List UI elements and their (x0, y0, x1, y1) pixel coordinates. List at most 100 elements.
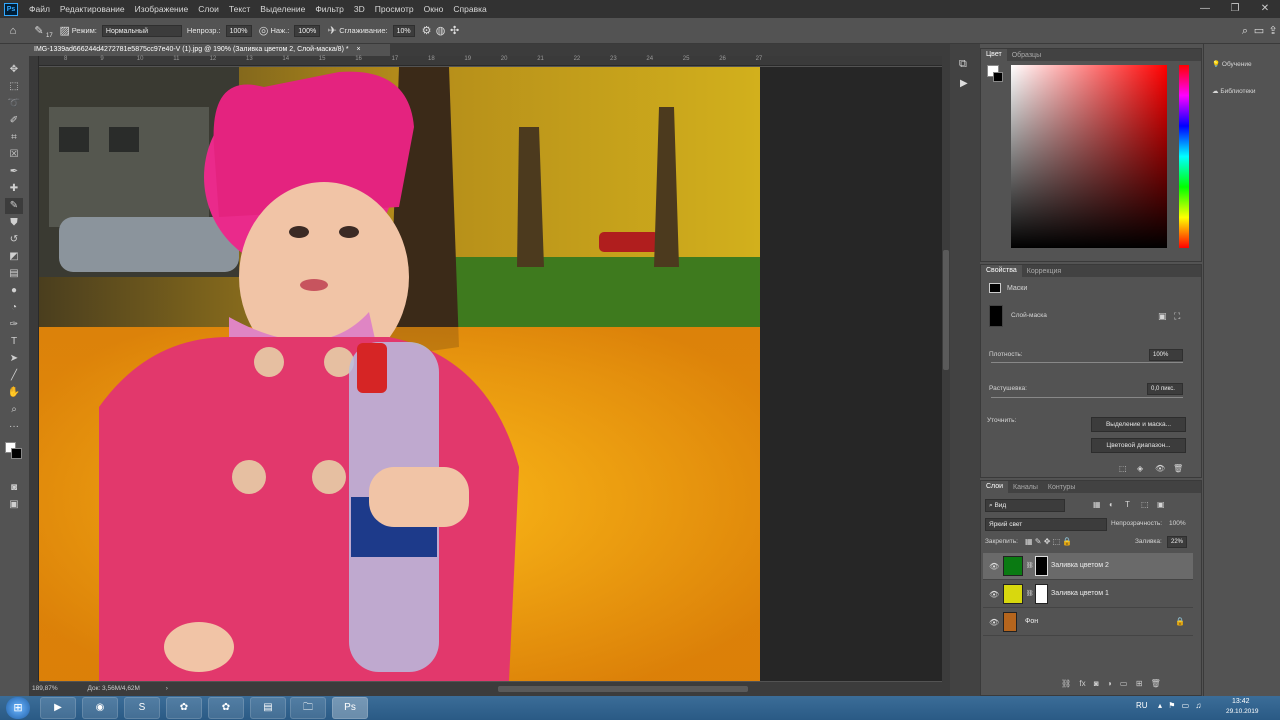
skype-icon[interactable]: S (124, 697, 160, 719)
layer-filter-select[interactable]: ⌕ Вид (985, 499, 1065, 512)
brush-settings-icon[interactable]: ▨ (58, 24, 72, 38)
eye-icon[interactable]: 👁 (989, 618, 999, 627)
density-slider[interactable] (991, 362, 1183, 363)
document-photo[interactable] (39, 67, 760, 681)
filter-pixel-icon[interactable]: ▦ (1093, 500, 1101, 509)
tab-paths[interactable]: Контуры (1043, 484, 1080, 491)
search-icon[interactable]: ⌕ (1238, 24, 1252, 38)
home-icon[interactable]: ⌂ (6, 24, 20, 38)
visibility-icon[interactable]: 👁 (1155, 464, 1165, 473)
feather-slider[interactable] (991, 397, 1183, 398)
app-icon[interactable]: ✿ (166, 697, 202, 719)
tab-layers[interactable]: Слои (981, 481, 1009, 493)
quick-mask-icon[interactable]: ◙ (5, 480, 23, 496)
media-player-icon[interactable]: ▶ (40, 697, 76, 719)
menu-filter[interactable]: Фильтр (310, 0, 349, 18)
layer-opacity-value[interactable]: 100% (1169, 520, 1186, 527)
language-indicator[interactable]: RU (1136, 701, 1148, 710)
layer-mask-thumb[interactable] (1035, 584, 1048, 604)
clock-time[interactable]: 13:42 (1232, 698, 1250, 705)
lasso-tool-icon[interactable]: ➰ (5, 96, 23, 112)
layers-footer-icons[interactable]: ⛓ fx ◙ ◑ ▭ ⊞ 🗑 (1061, 679, 1161, 688)
menu-view[interactable]: Просмотр (370, 0, 419, 18)
workspace-icon[interactable]: ▭ (1252, 24, 1266, 38)
explorer-icon[interactable]: 🗀 (290, 697, 326, 719)
more-tools-icon[interactable]: ··· (5, 419, 23, 435)
clock-date[interactable]: 29.10.2019 (1226, 708, 1259, 715)
history-brush-icon[interactable]: ↺ (5, 232, 23, 248)
pen-tool-icon[interactable]: ✑ (5, 317, 23, 333)
status-arrow-icon[interactable]: › (166, 685, 168, 692)
apply-mask-icon[interactable]: ◈ (1137, 464, 1143, 473)
density-input[interactable]: 100% (1149, 349, 1183, 361)
stamp-tool-icon[interactable]: ⛊ (5, 215, 23, 231)
gear-icon[interactable]: ⚙ (420, 24, 434, 38)
close-tab-icon[interactable]: × (357, 46, 361, 53)
gradient-tool-icon[interactable]: ▤ (5, 266, 23, 282)
blur-tool-icon[interactable]: ● (5, 283, 23, 299)
link-icon[interactable]: ⛓ (1026, 590, 1034, 597)
document-tab[interactable]: IMG-1339ad666244d4272781e5875cc97e40-V (… (30, 44, 390, 56)
filter-adjustment-icon[interactable]: ◐ (1109, 500, 1114, 509)
pressure-input[interactable]: 100% (294, 24, 321, 37)
lock-pixels-icon[interactable]: ▦ ✎ ✥ ⬚ 🔒 (1025, 537, 1072, 546)
history-panel-icon[interactable]: ⧉ (959, 58, 967, 71)
tab-color[interactable]: Цвет (981, 49, 1007, 61)
color-range-button[interactable]: Цветовой диапазон... (1091, 438, 1186, 453)
opacity-input[interactable]: 100% (225, 24, 252, 37)
frame-tool-icon[interactable]: ☒ (5, 147, 23, 163)
layer-mask-thumb[interactable] (1035, 556, 1048, 576)
filter-shape-icon[interactable]: ⬚ (1141, 500, 1149, 509)
fill-input[interactable]: 22% (1167, 536, 1188, 548)
link-icon[interactable]: ⛓ (1026, 562, 1034, 569)
app-icon[interactable]: ✿ (208, 697, 244, 719)
learn-item[interactable]: 💡 Обучение (1212, 60, 1252, 68)
maximize-icon[interactable]: ❐ (1220, 0, 1250, 18)
horizontal-scrollbar-thumb[interactable] (498, 686, 748, 692)
layer-row[interactable]: 👁 ⛓ Заливка цветом 2 (983, 553, 1193, 580)
menu-help[interactable]: Справка (448, 0, 491, 18)
screen-mode-icon[interactable]: ▣ (5, 497, 23, 513)
pressure-opacity-icon[interactable]: ◎ (257, 24, 271, 38)
tab-swatches[interactable]: Образцы (1007, 52, 1046, 59)
eye-icon[interactable]: 👁 (989, 590, 999, 599)
dodge-tool-icon[interactable]: ◔ (5, 300, 23, 316)
menu-window[interactable]: Окно (419, 0, 449, 18)
share-icon[interactable]: ⇪ (1266, 24, 1280, 38)
chrome-icon[interactable]: ◉ (82, 697, 118, 719)
load-selection-icon[interactable]: ⬚ (1119, 464, 1127, 473)
quick-select-tool-icon[interactable]: ✐ (5, 113, 23, 129)
pixel-mask-icon[interactable]: ▣ (1158, 311, 1167, 322)
vector-mask-icon[interactable]: ⛶ (1174, 311, 1180, 322)
blend-mode-select[interactable]: Яркий свет (985, 518, 1107, 531)
tray-icons[interactable]: ▴ ⚑ ▭ ♫ (1158, 701, 1201, 710)
pressure-size-icon[interactable]: ◍ (434, 24, 448, 38)
actions-play-icon[interactable]: ▶ (960, 78, 968, 89)
hue-slider[interactable] (1179, 65, 1189, 248)
healing-tool-icon[interactable]: ✚ (5, 181, 23, 197)
minimize-icon[interactable]: — (1190, 0, 1220, 18)
color-swatches[interactable] (4, 440, 26, 462)
filter-smart-icon[interactable]: ▣ (1157, 500, 1165, 509)
type-tool-icon[interactable]: T (5, 334, 23, 350)
layer-mask-thumb[interactable] (989, 305, 1003, 327)
zoom-level[interactable]: 189,87% (32, 685, 58, 692)
libraries-item[interactable]: ☁ Библиотеки (1212, 87, 1256, 95)
brush-tool-icon[interactable]: ✎ (32, 24, 46, 38)
notepad-icon[interactable]: ▤ (250, 697, 286, 719)
smoothing-input[interactable]: 10% (392, 24, 415, 37)
background-color-icon[interactable] (11, 448, 22, 459)
crop-tool-icon[interactable]: ⌗ (5, 130, 23, 146)
menu-layers[interactable]: Слои (193, 0, 224, 18)
brush-tool-icon[interactable]: ✎ (5, 198, 23, 214)
layer-row[interactable]: 👁 ⛓ Заливка цветом 1 (983, 581, 1193, 608)
tab-channels[interactable]: Каналы (1008, 484, 1043, 491)
marquee-tool-icon[interactable]: ⬚ (5, 79, 23, 95)
hand-tool-icon[interactable]: ✋ (5, 385, 23, 401)
path-select-icon[interactable]: ➤ (5, 351, 23, 367)
delete-mask-icon[interactable]: 🗑 (1173, 464, 1183, 473)
airbrush-icon[interactable]: ✈ (325, 24, 339, 38)
brush-size[interactable]: 17 (46, 33, 53, 39)
eye-icon[interactable]: 👁 (989, 562, 999, 571)
menu-edit[interactable]: Редактирование (55, 0, 130, 18)
